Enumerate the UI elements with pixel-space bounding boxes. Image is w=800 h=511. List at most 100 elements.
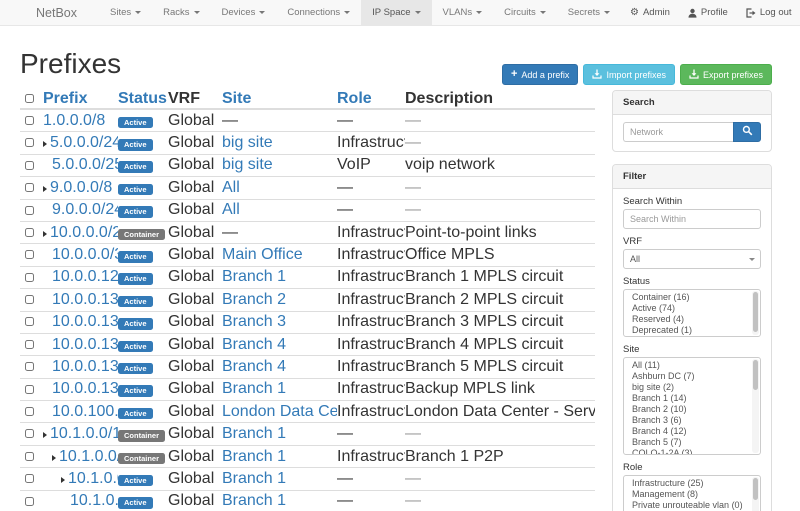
site-link[interactable]: Branch 2 [222,291,286,308]
list-option[interactable]: Branch 3 (6) [632,415,750,426]
admin-link[interactable]: ⚙ Admin [621,0,679,25]
list-option[interactable]: Container (16) [632,292,750,303]
site-link[interactable]: Branch 1 [222,448,286,465]
site-link[interactable]: All [222,201,240,218]
prefix-link[interactable]: 10.0.0.130/31 [52,291,118,308]
nav-item-ip-space[interactable]: IP Space [361,0,431,25]
role-listbox[interactable]: Infrastructure (25)Management (8)Private… [623,475,761,511]
row-checkbox[interactable] [25,317,34,326]
row-checkbox[interactable] [25,497,34,506]
select-all-checkbox[interactable] [25,94,34,103]
list-option[interactable]: Infrastructure (25) [632,478,750,489]
nav-item-vlans[interactable]: VLANs [432,0,494,25]
row-checkbox[interactable] [25,452,34,461]
site-link[interactable]: Main Office [222,246,303,263]
row-checkbox[interactable] [25,273,34,282]
site-listbox[interactable]: All (11)Ashburn DC (7)big site (2)Branch… [623,357,761,455]
column-header-status[interactable]: Status [118,90,168,108]
status-listbox[interactable]: Container (16)Active (74)Reserved (4)Dep… [623,289,761,337]
list-option[interactable]: Branch 2 (10) [632,404,750,415]
scrollbar[interactable] [752,291,759,335]
nav-item-secrets[interactable]: Secrets [557,0,621,25]
row-checkbox[interactable] [25,206,34,215]
site-link[interactable]: London Data Center [222,403,337,420]
logout-link[interactable]: Log out [737,0,800,25]
prefix-link[interactable]: 5.0.0.0/24 [50,134,118,151]
prefix-link[interactable]: 5.0.0.0/25 [52,156,118,173]
site-link[interactable]: Branch 1 [222,492,286,509]
site-link[interactable]: All [222,179,240,196]
site-link[interactable]: Branch 1 [222,470,286,487]
list-option[interactable]: Management (8) [632,489,750,500]
list-option[interactable]: Ashburn DC (7) [632,371,750,382]
prefix-link[interactable]: 1.0.0.0/8 [43,112,105,129]
export-prefixes-button[interactable]: Export prefixes [680,64,772,85]
row-checkbox[interactable] [25,362,34,371]
list-option[interactable]: Active (74) [632,303,750,314]
row-checkbox[interactable] [25,407,34,416]
nav-item-connections[interactable]: Connections [276,0,361,25]
prefix-link[interactable]: 9.0.0.0/24 [52,201,118,218]
prefix-link[interactable]: 10.1.0.0/24 [59,448,118,465]
search-input[interactable] [623,122,733,142]
app-brand[interactable]: NetBox [36,0,77,25]
prefix-link[interactable]: 10.1.0.0/26 [70,492,118,509]
row-checkbox[interactable] [25,138,34,147]
scrollbar[interactable] [752,359,759,453]
prefix-link[interactable]: 10.1.0.0/25 [68,470,118,487]
prefix-link[interactable]: 10.0.0.138/31 [52,380,118,397]
list-option[interactable]: Branch 5 (7) [632,437,750,448]
row-checkbox[interactable] [25,385,34,394]
row-checkbox[interactable] [25,340,34,349]
prefix-link[interactable]: 10.0.100.0/24 [52,403,118,420]
row-checkbox[interactable] [25,474,34,483]
site-link[interactable]: Branch 4 [222,336,286,353]
description-cell: — [405,134,595,152]
prefix-link[interactable]: 10.0.0.0/24 [50,224,118,241]
expand-caret-icon [43,186,47,192]
prefix-link[interactable]: 10.0.0.128/31 [52,268,118,285]
row-checkbox[interactable] [25,228,34,237]
vrf-select[interactable]: All [623,249,761,269]
nav-item-circuits[interactable]: Circuits [493,0,557,25]
list-option[interactable]: All (11) [632,360,750,371]
list-option[interactable]: Branch 1 (14) [632,393,750,404]
row-checkbox[interactable] [25,250,34,259]
prefix-link[interactable]: 10.1.0.0/16 [50,425,118,442]
site-link[interactable]: Branch 3 [222,313,286,330]
prefix-link[interactable]: 9.0.0.0/8 [50,179,112,196]
site-link[interactable]: Branch 1 [222,425,286,442]
nav-item-sites[interactable]: Sites [99,0,152,25]
list-option[interactable]: Branch 4 (12) [632,426,750,437]
prefix-link[interactable]: 10.0.0.0/31 [52,246,118,263]
search-button[interactable] [733,122,761,142]
row-checkbox[interactable] [25,429,34,438]
nav-item-racks[interactable]: Racks [152,0,210,25]
profile-link[interactable]: Profile [679,0,737,25]
list-option[interactable]: Private unrouteable vlan (0) [632,500,750,511]
column-header-role[interactable]: Role [337,90,405,108]
row-checkbox[interactable] [25,116,34,125]
list-option[interactable]: COLO-1-2A (3) [632,448,750,455]
column-header-site[interactable]: Site [222,90,337,108]
column-header-prefix[interactable]: Prefix [38,90,118,108]
prefix-link[interactable]: 10.0.0.136/31 [52,358,118,375]
list-option[interactable]: Reserved (4) [632,314,750,325]
site-link[interactable]: Branch 1 [222,380,286,397]
list-option[interactable]: Deprecated (1) [632,325,750,336]
prefix-link[interactable]: 10.0.0.134/31 [52,336,118,353]
add-prefix-button[interactable]: + Add a prefix [502,64,578,85]
row-checkbox[interactable] [25,161,34,170]
site-link[interactable]: Branch 4 [222,358,286,375]
site-link[interactable]: Branch 1 [222,268,286,285]
search-within-input[interactable] [623,209,761,229]
row-checkbox[interactable] [25,295,34,304]
site-link[interactable]: big site [222,134,273,151]
scrollbar[interactable] [752,477,759,511]
prefix-link[interactable]: 10.0.0.132/31 [52,313,118,330]
import-prefixes-button[interactable]: Import prefixes [583,64,675,85]
nav-item-devices[interactable]: Devices [211,0,277,25]
row-checkbox[interactable] [25,183,34,192]
site-link[interactable]: big site [222,156,273,173]
list-option[interactable]: big site (2) [632,382,750,393]
